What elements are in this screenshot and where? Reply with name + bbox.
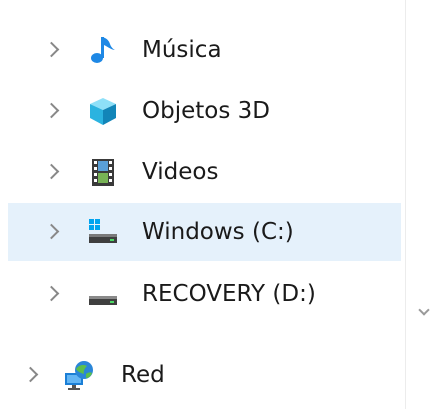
nav-item-label: Música (142, 37, 222, 63)
nav-item-label: Videos (142, 159, 219, 185)
navigation-pane: Música Objetos 3D Videos Windows (C:) RE… (0, 0, 401, 409)
nav-item-label: Objetos 3D (142, 98, 270, 124)
3d-objects-icon (87, 95, 119, 127)
nav-item-recovery-d[interactable]: RECOVERY (D:) (8, 265, 401, 323)
nav-item-label: Windows (C:) (142, 219, 294, 245)
windows-drive-icon (87, 216, 119, 248)
nav-item-label: RECOVERY (D:) (142, 281, 316, 307)
pane-divider[interactable] (405, 0, 406, 409)
chevron-right-icon[interactable] (43, 102, 60, 119)
chevron-right-icon[interactable] (43, 285, 60, 302)
nav-item-videos[interactable]: Videos (8, 143, 401, 201)
music-note-icon (87, 34, 119, 66)
chevron-right-icon[interactable] (43, 41, 60, 58)
nav-item-objetos-3d[interactable]: Objetos 3D (8, 82, 401, 140)
hard-drive-icon (87, 278, 119, 310)
chevron-down-icon[interactable] (418, 304, 430, 316)
nav-item-musica[interactable]: Música (8, 21, 401, 79)
nav-item-red[interactable]: Red (8, 346, 401, 404)
chevron-right-icon[interactable] (22, 366, 39, 383)
nav-item-label: Red (121, 362, 165, 388)
chevron-right-icon[interactable] (43, 163, 60, 180)
film-strip-icon (87, 156, 119, 188)
chevron-right-icon[interactable] (43, 223, 60, 240)
nav-item-windows-c[interactable]: Windows (C:) (8, 203, 401, 261)
network-icon (63, 359, 95, 391)
